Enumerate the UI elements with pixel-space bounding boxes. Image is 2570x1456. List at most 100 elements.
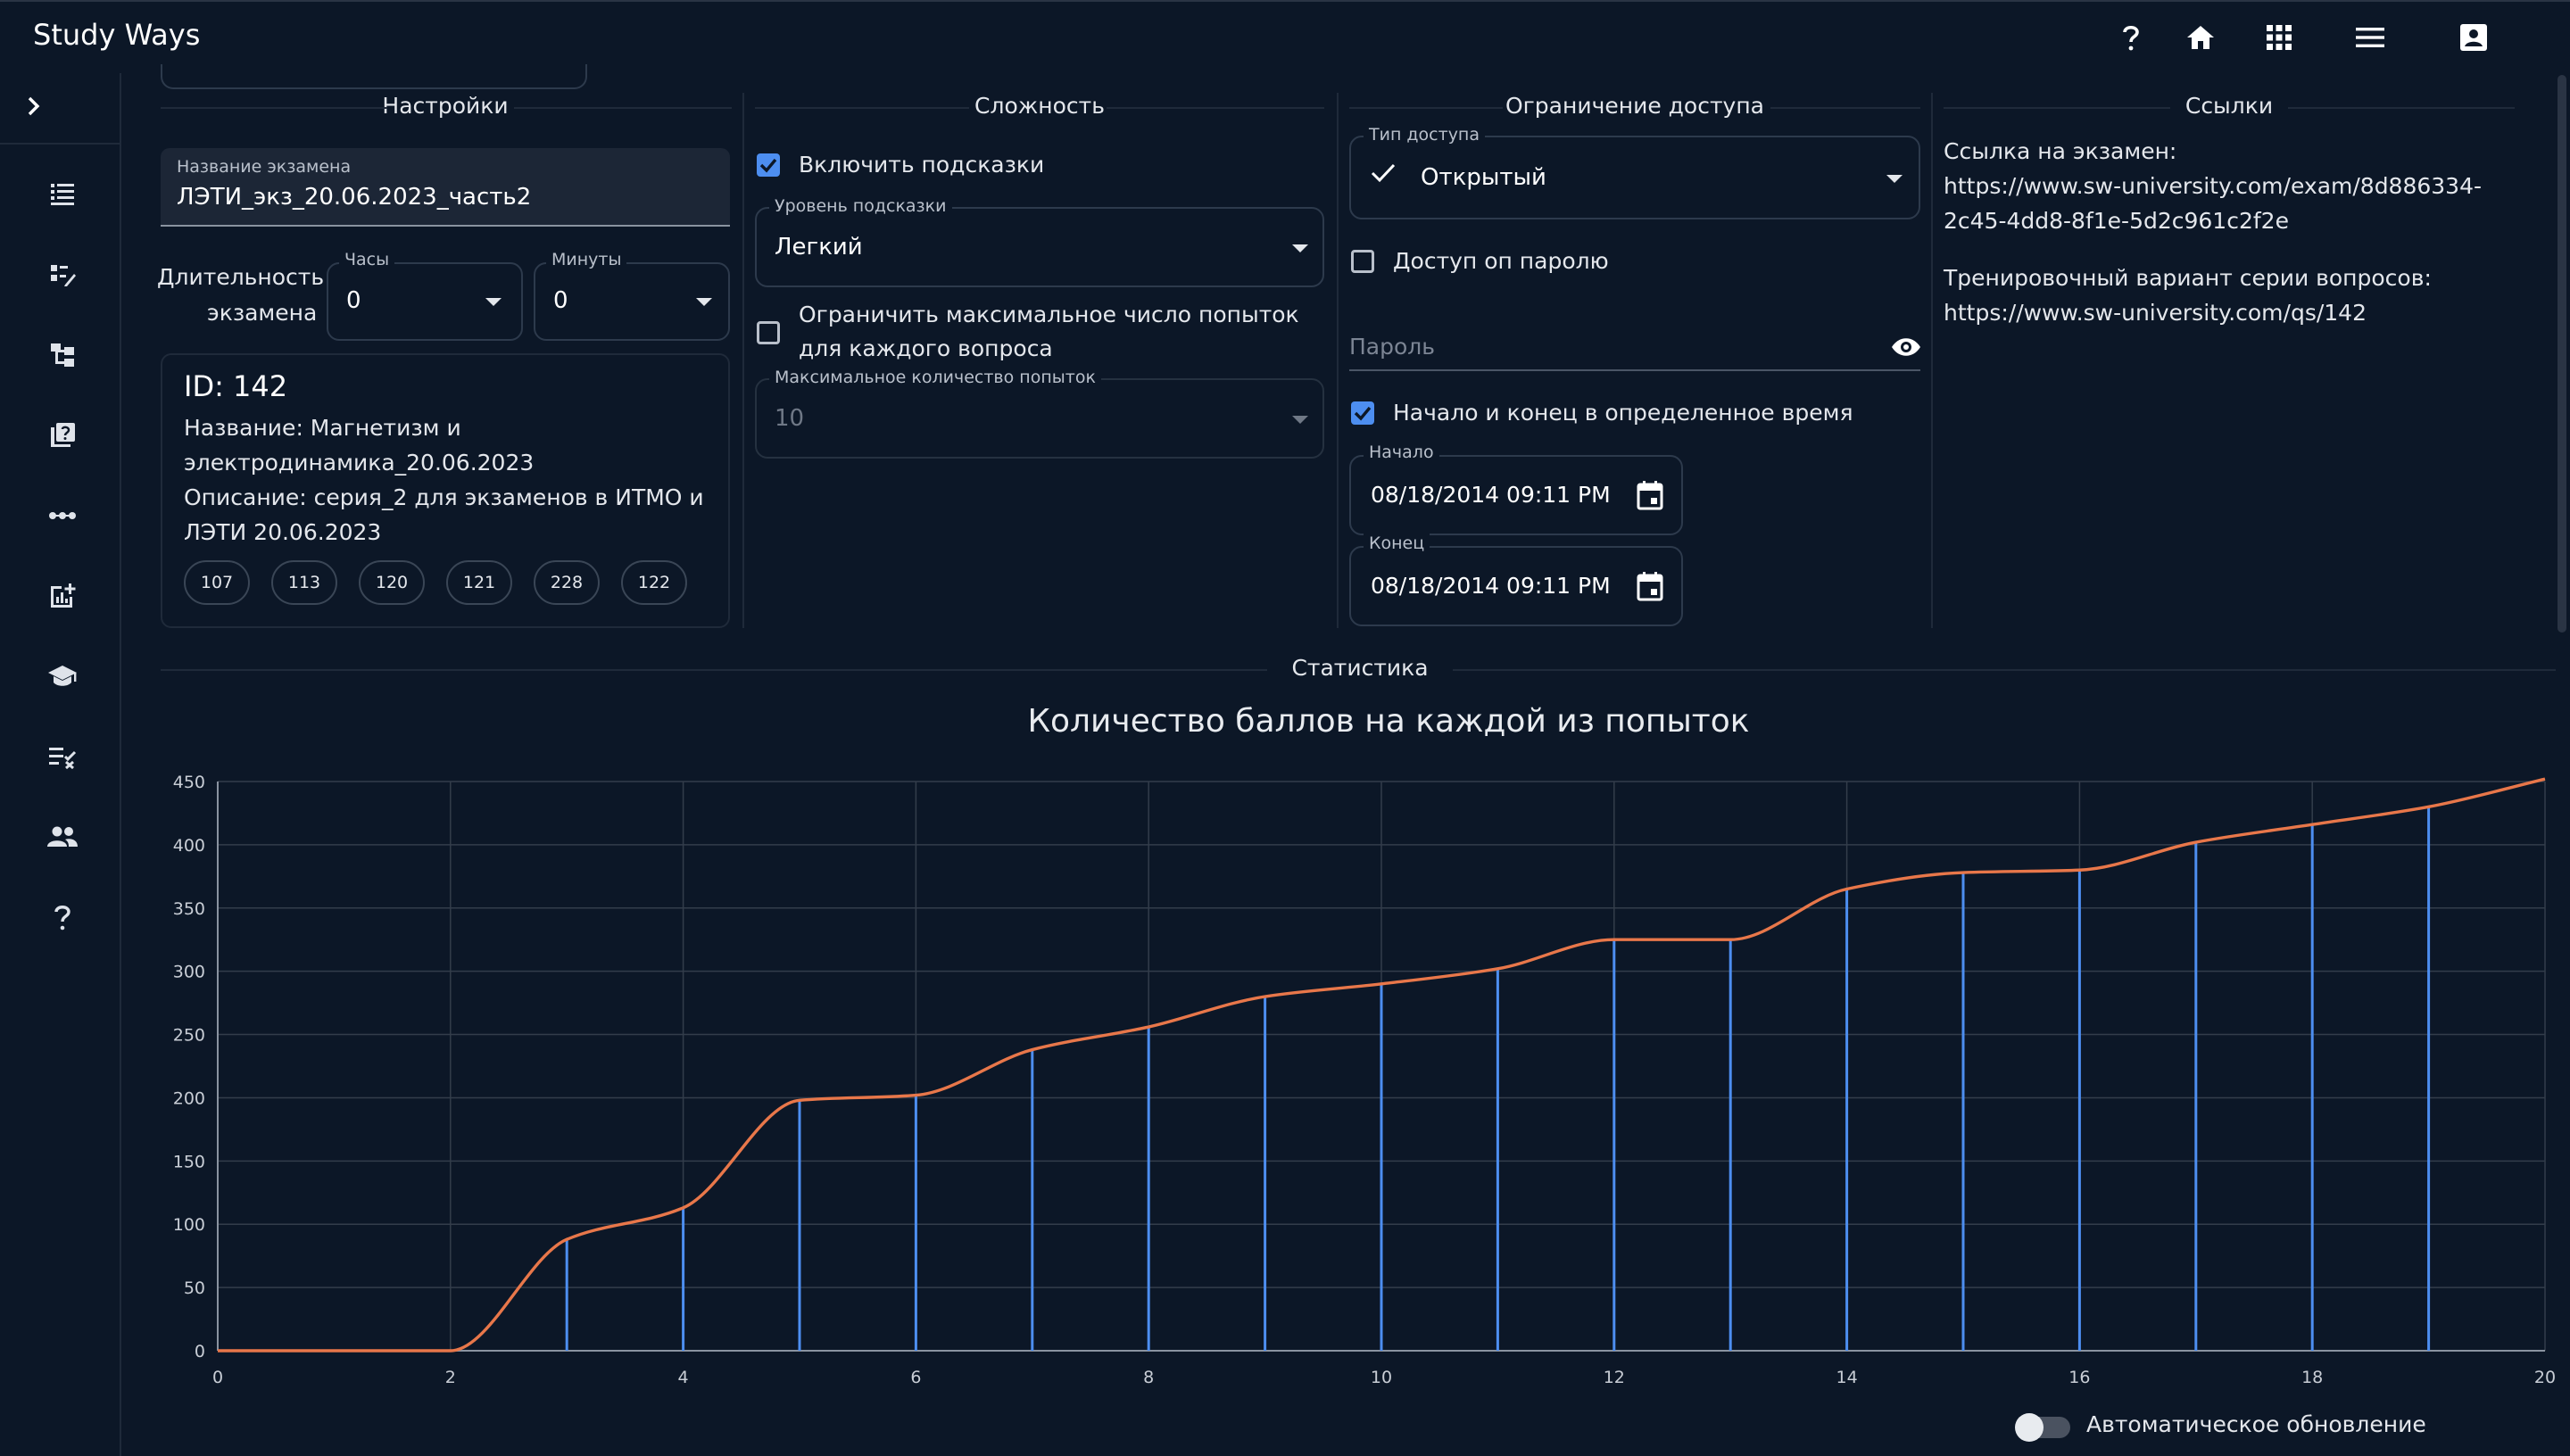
question-series-card: ID: 142 Название: Магнетизм и электродин… [161,353,730,628]
limit-attempts-checkbox[interactable] [757,321,780,344]
password-access-checkbox[interactable] [1351,250,1374,273]
back-button-partial[interactable] [161,64,587,89]
y-tick-label: 250 [173,1026,205,1046]
training-link[interactable]: https://www.sw-university.com/qs/142 [1944,295,2367,330]
x-tick-label: 14 [1836,1368,1858,1387]
y-tick-label: 400 [173,836,205,856]
duration-label-line2: экзамена [207,300,318,326]
checklist-icon[interactable] [43,737,82,776]
question-chip[interactable]: 122 [621,560,687,605]
y-tick-label: 150 [173,1152,205,1171]
school-icon[interactable] [43,657,82,696]
stats-title: Статистика [1291,655,1429,681]
start-datetime-field[interactable]: 08/18/2014 09:11 PM [1349,455,1683,535]
access-type-select[interactable]: Открытый [1349,136,1920,219]
difficulty-title: Сложность [974,93,1105,119]
home-icon[interactable] [2181,18,2220,57]
chevron-down-icon [1292,244,1308,252]
help-icon[interactable] [2111,18,2151,57]
add-chart-icon[interactable] [43,576,82,616]
duration-label: Длительность [157,264,325,290]
question-chip[interactable]: 107 [184,560,250,605]
menu-icon[interactable] [2350,18,2390,57]
hint-level-select[interactable]: Легкий [755,207,1324,287]
exam-name-label: Название экзамена [177,157,352,177]
exam-link-line2[interactable]: 2c45-4dd8-8f1e-5d2c961c2f2e [1944,203,2289,238]
x-tick-label: 0 [212,1368,223,1387]
hint-level-value: Легкий [775,234,863,261]
minutes-select[interactable]: 0 [534,262,730,341]
tree-icon[interactable] [43,335,82,375]
x-tick-label: 6 [910,1368,921,1387]
hints-checkbox[interactable] [757,153,780,177]
max-attempts-label: Максимальное количество попыток [769,368,1101,387]
x-tick-label: 2 [445,1368,456,1387]
question-library-icon[interactable] [43,416,82,455]
exam-link-label: Ссылка на экзамен: [1944,138,2177,164]
dots-line-icon[interactable] [43,496,82,535]
people-icon[interactable] [43,817,82,856]
question-chip[interactable]: 120 [359,560,425,605]
password-field[interactable]: Пароль [1349,327,1920,371]
timed-access-checkbox[interactable] [1351,401,1374,425]
hint-level-label: Уровень подсказки [769,196,952,216]
access-divider [1349,107,1503,109]
auto-update-label: Автоматическое обновление [2086,1411,2426,1437]
minutes-label: Минуты [546,250,627,269]
x-tick-label: 12 [1604,1368,1625,1387]
exam-name-field[interactable]: Название экзамена ЛЭТИ_экз_20.06.2023_ча… [161,148,730,227]
hours-select[interactable]: 0 [327,262,523,341]
y-tick-label: 50 [184,1278,205,1298]
eye-icon[interactable] [1890,335,1922,359]
column-divider [1337,93,1339,628]
chevron-down-icon [696,298,712,306]
apps-grid-icon[interactable] [2259,18,2299,57]
check-icon [1354,406,1372,421]
calendar-icon[interactable] [1637,571,1663,601]
start-datetime-value: 08/18/2014 09:11 PM [1371,482,1611,508]
x-tick-label: 4 [678,1368,689,1387]
timed-access-label: Начало и конец в определенное время [1393,400,1853,426]
x-tick-label: 18 [2301,1368,2323,1387]
y-tick-label: 450 [173,773,205,792]
expand-chevron-icon[interactable] [14,87,54,126]
password-placeholder: Пароль [1349,334,1435,360]
edit-grid-icon[interactable] [43,255,82,294]
question-chip[interactable]: 113 [271,560,337,605]
chevron-down-icon [485,298,502,306]
access-divider [1770,107,1920,109]
settings-divider [514,107,732,109]
list-icon[interactable] [43,175,82,214]
auto-update-toggle-knob[interactable] [2015,1413,2044,1442]
difficulty-divider [1107,107,1324,109]
exam-link[interactable]: https://www.sw-university.com/exam/8d886… [1944,169,2482,203]
hints-label: Включить подсказки [799,152,1045,178]
series-id: ID: 142 [184,369,288,403]
hours-label: Часы [339,250,395,269]
series-name: Название: Магнетизм и [184,415,461,441]
x-tick-label: 20 [2534,1368,2556,1387]
help-icon[interactable] [43,898,82,937]
start-label: Начало [1364,443,1439,462]
column-divider [1931,93,1933,628]
series-description: Описание: серия_2 для экзаменов в ИТМО и [184,484,704,510]
settings-title: Настройки [382,93,509,119]
y-tick-label: 200 [173,1088,205,1108]
y-tick-label: 100 [173,1215,205,1235]
column-divider [742,93,744,628]
limit-attempts-label: Ограничить максимальное число попыток [799,302,1299,327]
question-chip[interactable]: 121 [446,560,512,605]
calendar-icon[interactable] [1637,480,1663,510]
question-chip[interactable]: 228 [534,560,600,605]
score-chart: Количество баллов на каждой из попыток 0 5… [173,703,2556,1387]
limit-attempts-label-line2: для каждого вопроса [799,335,1053,361]
x-tick-label: 10 [1371,1368,1392,1387]
account-box-icon[interactable] [2454,18,2493,57]
app-title: Study Ways [33,18,201,52]
access-type-label: Тип доступа [1364,125,1486,145]
max-attempts-select[interactable]: 10 [755,378,1324,459]
scrollbar[interactable] [2558,75,2566,633]
series-name-line2: электродинамика_20.06.2023 [184,450,535,476]
end-datetime-field[interactable]: 08/18/2014 09:11 PM [1349,546,1683,626]
exam-name-value: ЛЭТИ_экз_20.06.2023_часть2 [177,184,532,211]
